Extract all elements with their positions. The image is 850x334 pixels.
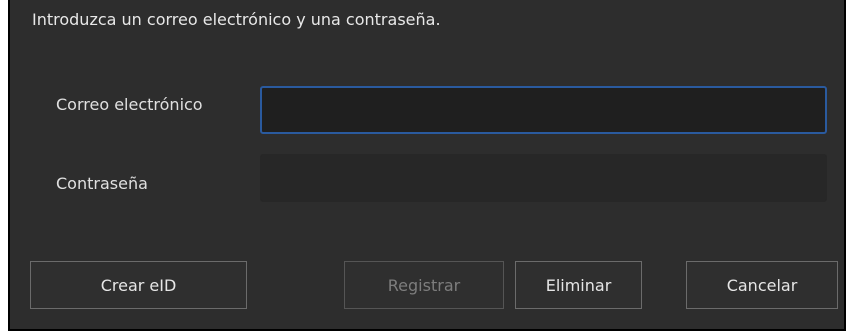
register-button[interactable]: Registrar [344, 261, 504, 309]
password-field[interactable] [260, 154, 827, 202]
create-eid-button[interactable]: Crear eID [30, 261, 247, 309]
instruction-text: Introduzca un correo electrónico y una c… [32, 10, 441, 29]
password-label: Contraseña [56, 174, 148, 193]
eid-dialog: Introduzca un correo electrónico y una c… [8, 0, 846, 331]
delete-button[interactable]: Eliminar [515, 261, 642, 309]
email-field[interactable] [260, 86, 827, 134]
cancel-button[interactable]: Cancelar [686, 261, 838, 309]
email-label: Correo electrónico [56, 95, 203, 114]
